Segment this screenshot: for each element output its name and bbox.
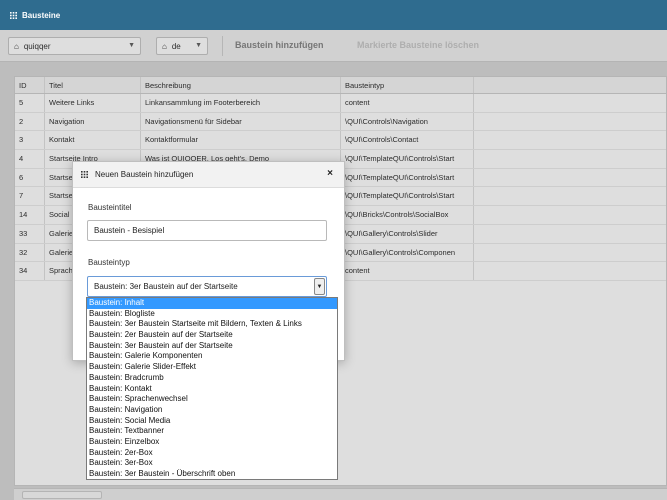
brick-type-selected-value: Baustein: 3er Baustein auf der Startseit… <box>94 282 238 291</box>
dropdown-option[interactable]: Baustein: Bradcrumb <box>87 373 337 384</box>
window-titlebar: Bausteine <box>0 0 667 30</box>
brick-title-label: Bausteintitel <box>88 203 132 212</box>
dropdown-option[interactable]: Baustein: Textbanner <box>87 426 337 437</box>
dropdown-option[interactable]: Baustein: Inhalt <box>87 298 337 309</box>
brick-title-input[interactable] <box>87 220 327 241</box>
dialog-header: Neuen Baustein hinzufügen × <box>73 162 344 188</box>
dropdown-option[interactable]: Baustein: Blogliste <box>87 309 337 320</box>
dropdown-option[interactable]: Baustein: 3er Baustein - Überschrift obe… <box>87 469 337 479</box>
dropdown-option[interactable]: Baustein: 3er-Box <box>87 458 337 469</box>
brick-type-label: Bausteintyp <box>88 258 130 267</box>
dropdown-option[interactable]: Baustein: Navigation <box>87 405 337 416</box>
dropdown-option[interactable]: Baustein: Sprachenwechsel <box>87 394 337 405</box>
dialog-title: Neuen Baustein hinzufügen <box>95 170 194 179</box>
window-title: Bausteine <box>22 10 61 20</box>
dropdown-option[interactable]: Baustein: Einzelbox <box>87 437 337 448</box>
brick-type-dropdown-list: Baustein: Inhalt Baustein: Blogliste Bau… <box>86 297 338 480</box>
dropdown-option[interactable]: Baustein: 2er-Box <box>87 448 337 459</box>
grid-icon <box>81 171 88 178</box>
dropdown-option[interactable]: Baustein: Galerie Komponenten <box>87 351 337 362</box>
brick-type-select[interactable]: Baustein: 3er Baustein auf der Startseit… <box>87 276 327 297</box>
dropdown-option[interactable]: Baustein: Galerie Slider-Effekt <box>87 362 337 373</box>
dropdown-option[interactable]: Baustein: Kontakt <box>87 384 337 395</box>
dropdown-option[interactable]: Baustein: 3er Baustein auf der Startseit… <box>87 341 337 352</box>
dropdown-option[interactable]: Baustein: Social Media <box>87 416 337 427</box>
chevron-down-icon[interactable]: ▼ <box>314 278 325 295</box>
grid-icon <box>10 11 17 19</box>
dropdown-option[interactable]: Baustein: 2er Baustein auf der Startseit… <box>87 330 337 341</box>
dropdown-option[interactable]: Baustein: 3er Baustein Startseite mit Bi… <box>87 319 337 330</box>
close-icon[interactable]: × <box>327 168 333 179</box>
